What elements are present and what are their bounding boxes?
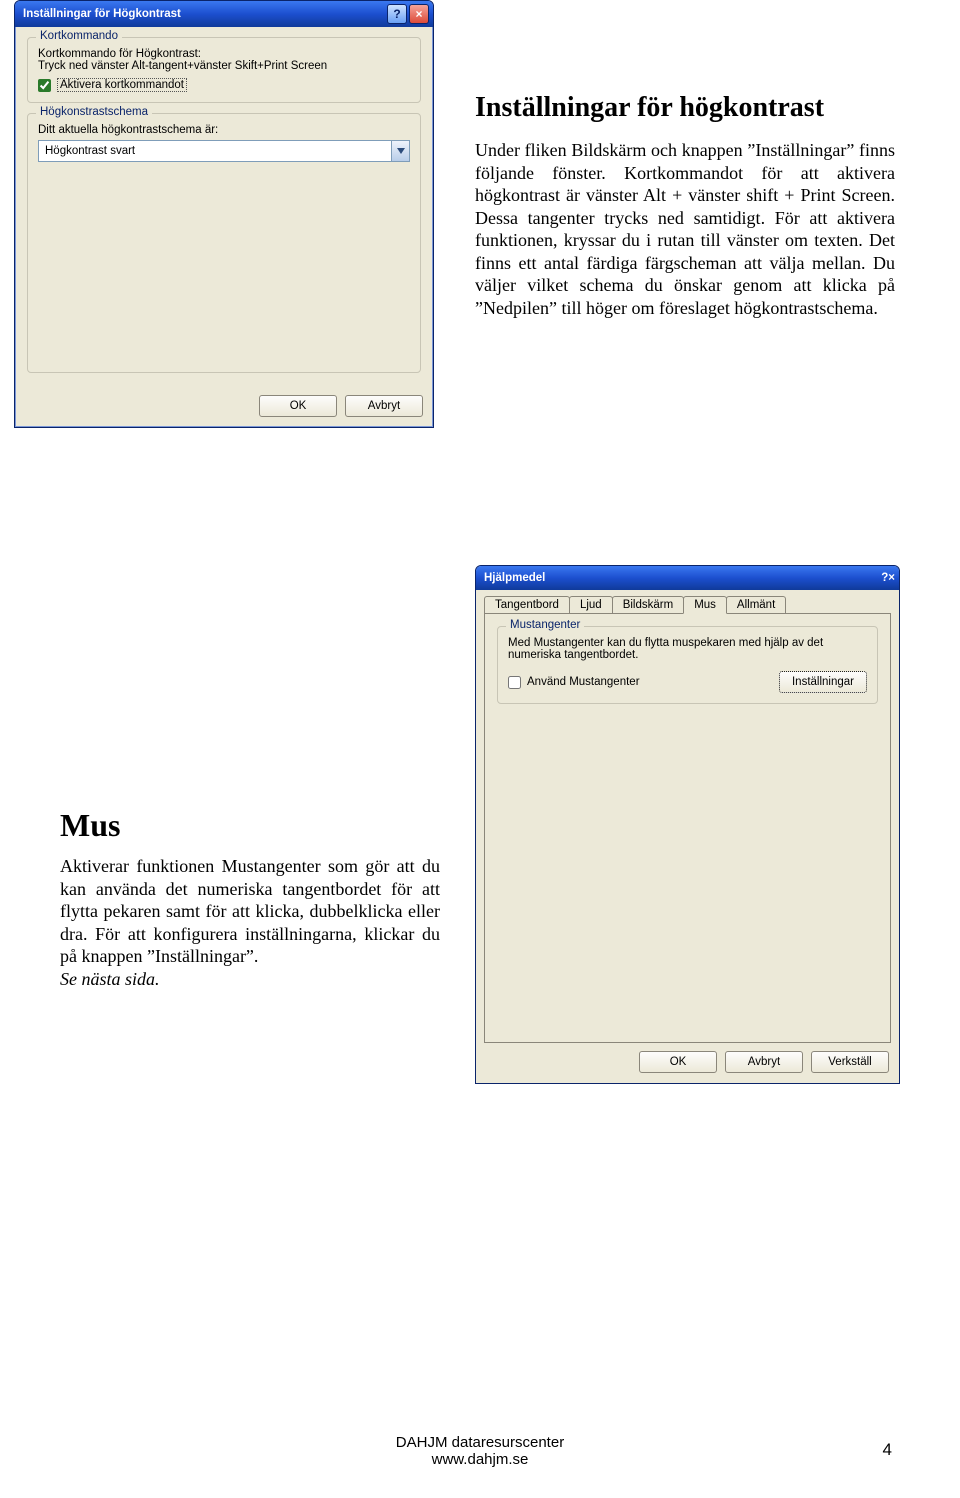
question-icon: ? bbox=[393, 7, 400, 21]
close-icon: × bbox=[415, 7, 422, 21]
apply-button[interactable]: Verkställ bbox=[811, 1051, 889, 1073]
dialog1-title: Inställningar för Högkontrast bbox=[23, 8, 385, 20]
groupbox-scheme: Högkonstrastschema Ditt aktuella högkont… bbox=[27, 113, 421, 373]
tab-mus[interactable]: Mus bbox=[683, 596, 727, 614]
groupbox-scheme-legend: Högkonstrastschema bbox=[36, 106, 152, 118]
article2-heading: Mus bbox=[60, 805, 440, 845]
scheme-label: Ditt aktuella högkontrastschema är: bbox=[38, 124, 410, 136]
article-high-contrast: Inställningar för högkontrast Under flik… bbox=[475, 90, 895, 319]
footer: DAHJM dataresurscenter www.dahjm.se bbox=[0, 1434, 960, 1468]
checkbox-label: Aktivera kortkommandot bbox=[57, 78, 187, 92]
tab-label: Tangentbord bbox=[495, 599, 559, 611]
checkbox-input[interactable] bbox=[38, 79, 51, 92]
groupbox-legend: Mustangenter bbox=[506, 619, 584, 631]
article1-body: Under fliken Bildskärm och knappen ”Inst… bbox=[475, 139, 895, 319]
tab-label: Mus bbox=[694, 599, 716, 611]
ok-label: OK bbox=[290, 400, 307, 412]
groupbox-shortcut: Kortkommando Kortkommando för Högkontras… bbox=[27, 37, 421, 103]
settings-label: Inställningar bbox=[792, 676, 854, 688]
shortcut-text-line1: Kortkommando för Högkontrast: bbox=[38, 48, 410, 60]
checkbox-input[interactable] bbox=[508, 676, 521, 689]
apply-label: Verkställ bbox=[828, 1056, 871, 1068]
cancel-label: Avbryt bbox=[748, 1056, 780, 1068]
help-button[interactable]: ? bbox=[881, 572, 888, 584]
settings-button[interactable]: Inställningar bbox=[779, 671, 867, 693]
close-button[interactable]: × bbox=[409, 4, 429, 24]
scheme-combobox[interactable]: Högkontrast svart bbox=[38, 140, 410, 162]
shortcut-text-line2: Tryck ned vänster Alt-tangent+vänster Sk… bbox=[38, 60, 410, 72]
tab-allmant[interactable]: Allmänt bbox=[726, 596, 786, 613]
question-icon: ? bbox=[881, 572, 888, 584]
tab-bildskarm[interactable]: Bildskärm bbox=[612, 596, 684, 613]
dialog2-title: Hjälpmedel bbox=[484, 572, 881, 584]
help-button[interactable]: ? bbox=[387, 4, 407, 24]
ok-button[interactable]: OK bbox=[259, 395, 337, 417]
scheme-value: Högkontrast svart bbox=[45, 145, 135, 157]
dialog-accessibility: Hjälpmedel ? × Tangentbord Ljud Bildskär… bbox=[475, 565, 900, 1084]
tab-label: Ljud bbox=[580, 599, 602, 611]
close-icon: × bbox=[888, 572, 895, 584]
dialog1-titlebar[interactable]: Inställningar för Högkontrast ? × bbox=[15, 1, 433, 27]
article2-italic: Se nästa sida. bbox=[60, 969, 160, 989]
cancel-label: Avbryt bbox=[368, 400, 400, 412]
tab-ljud[interactable]: Ljud bbox=[569, 596, 613, 613]
cancel-button[interactable]: Avbryt bbox=[345, 395, 423, 417]
dialog2-titlebar[interactable]: Hjälpmedel ? × bbox=[476, 566, 899, 590]
groupbox-mustangenter: Mustangenter Med Mustangenter kan du fly… bbox=[497, 626, 878, 704]
tab-bar: Tangentbord Ljud Bildskärm Mus Allmänt bbox=[476, 590, 899, 613]
chevron-down-icon[interactable] bbox=[391, 141, 409, 161]
footer-line2: www.dahjm.se bbox=[0, 1451, 960, 1468]
checkbox-label: Använd Mustangenter bbox=[527, 676, 640, 688]
tab-label: Bildskärm bbox=[623, 599, 673, 611]
tab-tangentbord[interactable]: Tangentbord bbox=[484, 596, 570, 613]
close-button[interactable]: × bbox=[888, 572, 895, 584]
page-number: 4 bbox=[883, 1440, 892, 1460]
cancel-button[interactable]: Avbryt bbox=[725, 1051, 803, 1073]
footer-line1: DAHJM dataresurscenter bbox=[0, 1434, 960, 1451]
use-mousekeys-checkbox[interactable]: Använd Mustangenter bbox=[508, 676, 640, 689]
ok-button[interactable]: OK bbox=[639, 1051, 717, 1073]
tab-label: Allmänt bbox=[737, 599, 775, 611]
article1-heading: Inställningar för högkontrast bbox=[475, 90, 895, 125]
mustangenter-text: Med Mustangenter kan du flytta muspekare… bbox=[508, 637, 867, 661]
dialog-high-contrast-settings: Inställningar för Högkontrast ? × Kortko… bbox=[14, 0, 434, 428]
article2-body: Aktiverar funktionen Mustangenter som gö… bbox=[60, 856, 440, 966]
article-mouse: Mus Aktiverar funktionen Mustangenter so… bbox=[60, 805, 440, 990]
groupbox-legend: Kortkommando bbox=[36, 30, 122, 42]
tab-panel-mus: Mustangenter Med Mustangenter kan du fly… bbox=[484, 613, 891, 1043]
activate-shortcut-checkbox[interactable]: Aktivera kortkommandot bbox=[38, 78, 410, 92]
ok-label: OK bbox=[670, 1056, 687, 1068]
